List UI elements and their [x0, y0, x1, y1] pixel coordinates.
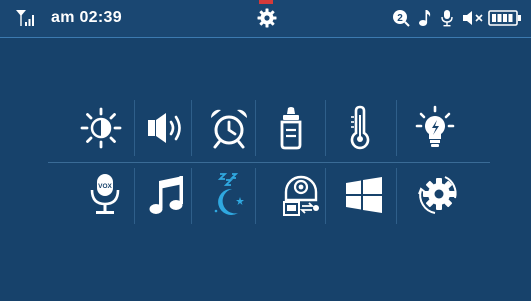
vox-label: VOX: [98, 183, 112, 190]
sleep-mode-icon[interactable]: [206, 172, 252, 218]
menu-divider: [191, 100, 192, 156]
top-indicator: [259, 0, 273, 4]
speaker-muted-icon: [463, 11, 483, 25]
notification-2-icon: 2: [393, 10, 410, 27]
menu-divider: [134, 168, 135, 224]
menu-divider: [325, 168, 326, 224]
menu-divider: [325, 100, 326, 156]
lullaby-music-icon[interactable]: [145, 172, 191, 218]
settings-gear-icon[interactable]: [257, 8, 277, 28]
status-bar: am 02:39 2: [0, 0, 531, 38]
menu-divider: [396, 168, 397, 224]
battery-full-icon: [488, 10, 521, 26]
camera-pairing-icon[interactable]: [278, 172, 324, 218]
microphone-icon: [441, 10, 453, 27]
system-settings-icon[interactable]: [415, 172, 461, 218]
notification-count: 2: [397, 13, 403, 24]
brightness-icon[interactable]: [78, 105, 124, 151]
menu-divider: [255, 100, 256, 156]
night-light-icon[interactable]: [412, 105, 458, 151]
alarm-clock-icon[interactable]: [206, 105, 252, 151]
volume-icon[interactable]: [142, 105, 188, 151]
feeding-bottle-icon[interactable]: [268, 105, 314, 151]
menu-divider: [396, 100, 397, 156]
menu-divider: [191, 168, 192, 224]
vox-microphone-icon[interactable]: VOX: [82, 172, 128, 218]
windows-icon[interactable]: [341, 172, 387, 218]
menu-divider: [255, 168, 256, 224]
thermometer-icon[interactable]: [337, 105, 383, 151]
clock-time: am 02:39: [51, 9, 122, 26]
music-note-icon: [419, 10, 431, 26]
menu-divider: [134, 100, 135, 156]
menu-row-divider: [48, 162, 490, 163]
signal-icon: [16, 10, 34, 26]
